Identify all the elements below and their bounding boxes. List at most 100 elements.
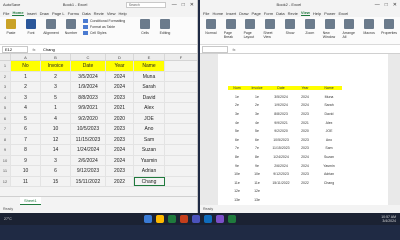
tab-draw[interactable]: Draw bbox=[239, 11, 248, 16]
cell[interactable]: 1e bbox=[246, 95, 268, 99]
row-number[interactable]: 7 bbox=[0, 124, 11, 134]
cell[interactable]: Muna bbox=[134, 71, 165, 81]
ribbon-new-window-button[interactable]: New Window bbox=[323, 19, 337, 42]
taskbar-app-icon[interactable] bbox=[192, 215, 200, 223]
cell[interactable] bbox=[165, 124, 197, 134]
tab-data[interactable]: Data bbox=[276, 11, 284, 16]
cell[interactable]: 13e bbox=[246, 198, 268, 202]
cell[interactable]: 4e bbox=[228, 121, 246, 125]
cell[interactable]: 2024 bbox=[294, 164, 316, 168]
close-icon[interactable]: ✕ bbox=[190, 2, 194, 8]
cell[interactable]: 5 bbox=[41, 92, 71, 102]
cell[interactable]: Suzan bbox=[316, 155, 342, 159]
cell[interactable]: 12e bbox=[246, 189, 268, 193]
minimize-icon[interactable]: — bbox=[375, 2, 380, 8]
cell[interactable]: 1/24/2024 bbox=[71, 145, 106, 155]
cell[interactable]: 13e bbox=[228, 198, 246, 202]
format-table-button[interactable]: Format as Table bbox=[83, 25, 133, 29]
cell[interactable]: 10/5/2023 bbox=[71, 124, 106, 134]
cell[interactable]: 7e bbox=[228, 146, 246, 150]
taskbar-app-icon[interactable] bbox=[228, 215, 236, 223]
name-box[interactable]: E12 bbox=[2, 45, 28, 53]
cell[interactable] bbox=[165, 156, 197, 166]
weather-widget[interactable]: 27°C bbox=[4, 217, 44, 221]
tab-form[interactable]: Form bbox=[264, 11, 273, 16]
tab-draw[interactable]: Draw bbox=[40, 11, 49, 16]
cell[interactable]: 11/15/2023 bbox=[268, 146, 294, 150]
taskbar-app-icon[interactable] bbox=[180, 215, 188, 223]
cell[interactable]: 3/5/2024 bbox=[268, 95, 294, 99]
cell[interactable]: Chang bbox=[134, 176, 165, 186]
cell[interactable]: Alex bbox=[316, 121, 342, 125]
cell[interactable]: 15 bbox=[41, 176, 71, 186]
cell[interactable]: 8/8/2023 bbox=[71, 92, 106, 102]
column-header-f[interactable]: F bbox=[165, 54, 197, 60]
cell[interactable]: 2/6/2024 bbox=[268, 164, 294, 168]
cell[interactable]: Sam bbox=[134, 134, 165, 144]
cell[interactable]: Year bbox=[294, 86, 316, 91]
cell[interactable]: 2021 bbox=[106, 103, 134, 113]
clock[interactable]: 10:57 AM 3/4/2024 bbox=[336, 215, 396, 223]
paste-button[interactable]: Paste bbox=[3, 19, 19, 35]
cell[interactable]: Invoice bbox=[246, 86, 268, 91]
autosave-toggle[interactable]: AutoSave bbox=[3, 2, 20, 7]
cell[interactable]: JOE bbox=[134, 113, 165, 123]
row-number[interactable]: 10 bbox=[0, 155, 11, 165]
cell[interactable]: 2 bbox=[41, 71, 71, 81]
cell[interactable]: Yasmin bbox=[134, 155, 165, 165]
cell[interactable]: 14 bbox=[41, 145, 71, 155]
cell[interactable]: 4 bbox=[11, 103, 41, 113]
cell[interactable]: Name bbox=[316, 86, 342, 91]
cell[interactable]: Suzan bbox=[134, 145, 165, 155]
taskbar-app-icon[interactable] bbox=[156, 215, 164, 223]
cell[interactable]: 2024 bbox=[294, 103, 316, 107]
cell[interactable] bbox=[165, 103, 197, 113]
cell[interactable] bbox=[165, 93, 197, 103]
fx-icon[interactable]: fx bbox=[228, 47, 240, 52]
alignment-button[interactable]: Alignment bbox=[43, 19, 59, 35]
ribbon-macros-button[interactable]: Macros bbox=[362, 19, 376, 42]
cell[interactable]: Adrian bbox=[134, 166, 165, 176]
cell[interactable]: Num bbox=[228, 86, 246, 91]
cell[interactable]: 2023 bbox=[106, 134, 134, 144]
cell[interactable]: 10e bbox=[228, 172, 246, 176]
cell[interactable]: 1 bbox=[11, 71, 41, 81]
cell[interactable]: 3 bbox=[11, 92, 41, 102]
cell[interactable] bbox=[165, 82, 197, 92]
taskbar-app-icon[interactable] bbox=[168, 215, 176, 223]
cell[interactable]: 7 bbox=[11, 134, 41, 144]
cell[interactable]: 2023 bbox=[106, 124, 134, 134]
ribbon-properties-button[interactable]: Properties bbox=[381, 19, 397, 42]
cell[interactable]: 2024 bbox=[106, 145, 134, 155]
row-number[interactable]: 12 bbox=[0, 176, 11, 186]
tab-insert[interactable]: Insert bbox=[27, 11, 37, 16]
cell[interactable]: 9/9/2021 bbox=[268, 121, 294, 125]
cell[interactable]: 1/9/2024 bbox=[268, 103, 294, 107]
cell[interactable] bbox=[165, 177, 197, 187]
tab-insert[interactable]: Insert bbox=[226, 11, 236, 16]
cell[interactable]: 11 bbox=[11, 176, 41, 186]
cell[interactable]: 6e bbox=[246, 138, 268, 142]
ribbon-sheet-view-button[interactable]: Sheet View bbox=[263, 19, 277, 42]
cell[interactable] bbox=[165, 114, 197, 124]
cell[interactable]: 8e bbox=[228, 155, 246, 159]
tab-power[interactable]: Power bbox=[324, 11, 335, 16]
row-number[interactable]: 8 bbox=[0, 134, 11, 144]
cell[interactable]: 3/5/2024 bbox=[71, 71, 106, 81]
ribbon-arrange-all-button[interactable]: Arrange All bbox=[342, 19, 356, 42]
cell[interactable]: 12 bbox=[41, 134, 71, 144]
cell[interactable]: 3e bbox=[246, 112, 268, 116]
ribbon-normal-button[interactable]: Normal bbox=[204, 19, 218, 42]
tab-revie[interactable]: Revie bbox=[94, 11, 104, 16]
cell-styles-button[interactable]: Cell Styles bbox=[83, 31, 133, 35]
formula-input[interactable]: Chang bbox=[40, 47, 197, 52]
column-header-d[interactable]: D bbox=[106, 54, 134, 60]
cell[interactable]: 5e bbox=[228, 129, 246, 133]
name-box[interactable] bbox=[202, 45, 228, 53]
cell[interactable]: 2023 bbox=[294, 172, 316, 176]
cell[interactable]: 9/9/2021 bbox=[71, 103, 106, 113]
row-number[interactable]: 11 bbox=[0, 166, 11, 176]
tab-page-l[interactable]: Page L bbox=[52, 11, 65, 16]
cell[interactable]: 4e bbox=[246, 121, 268, 125]
cell[interactable]: 6 bbox=[11, 124, 41, 134]
